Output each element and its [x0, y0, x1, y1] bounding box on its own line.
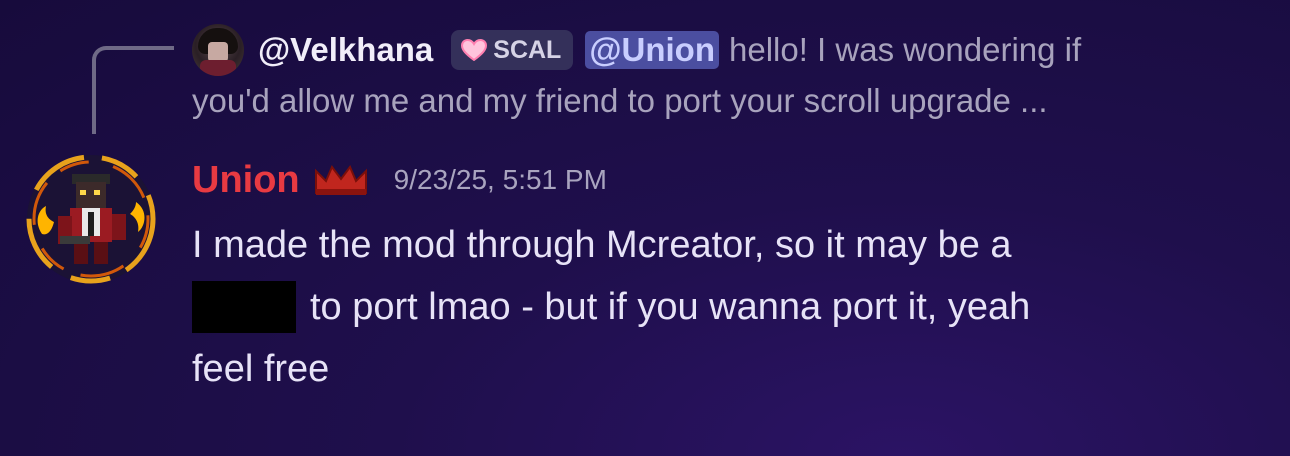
crown-icon[interactable] — [314, 163, 368, 197]
author-avatar[interactable] — [24, 152, 158, 286]
server-tag-label: SCAL — [493, 35, 562, 64]
reply-avatar[interactable] — [192, 24, 244, 76]
message-timestamp[interactable]: 9/23/25, 5:51 PM — [394, 164, 607, 196]
author-name[interactable]: Union — [192, 159, 300, 202]
chat-message: @Velkhana SCAL @Union hello! I was wonde… — [0, 0, 1290, 456]
reply-author-name[interactable]: @Velkhana — [258, 31, 433, 69]
user-mention[interactable]: @Union — [585, 31, 719, 69]
message-header: Union 9/23/25, 5:51 PM — [192, 154, 607, 206]
reply-header: @Velkhana SCAL @Union hello! I was wonde… — [192, 22, 1272, 78]
heart-icon — [461, 39, 488, 61]
reply-preview[interactable]: @Velkhana SCAL @Union hello! I was wonde… — [192, 22, 1272, 120]
server-tag-badge[interactable]: SCAL — [451, 30, 574, 70]
message-line-2: to port lmao - but if you wanna port it,… — [192, 276, 1262, 338]
redaction-box — [192, 281, 296, 333]
reply-text-line2: you'd allow me and my friend to port you… — [192, 82, 1048, 119]
message-line-2-text: to port lmao - but if you wanna port it,… — [310, 286, 1031, 328]
message-line-1: I made the mod through Mcreator, so it m… — [192, 224, 1012, 266]
message-line-3: feel free — [192, 348, 330, 390]
reply-text-line1: hello! I was wondering if — [728, 31, 1082, 68]
reply-connector — [92, 46, 174, 134]
avatar-icon — [26, 154, 156, 284]
message-body: I made the mod through Mcreator, so it m… — [192, 214, 1262, 400]
